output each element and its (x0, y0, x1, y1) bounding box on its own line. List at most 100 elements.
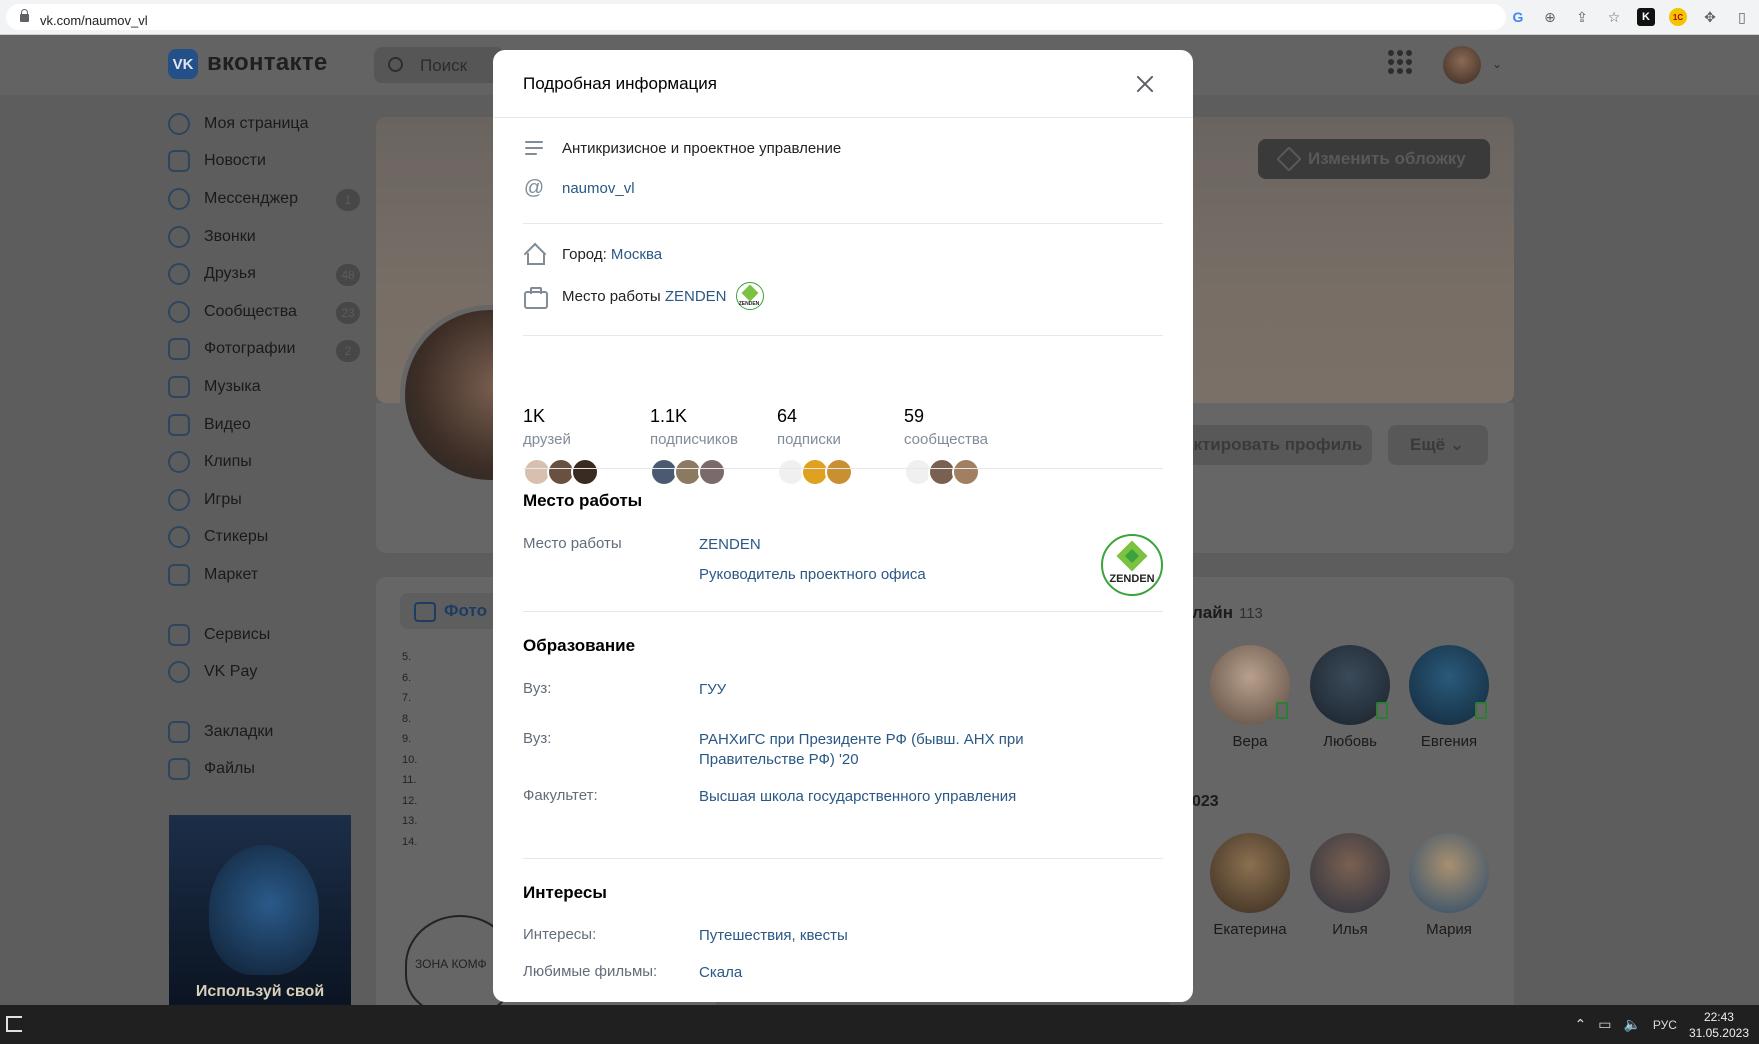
work-company-link[interactable]: ZENDEN (699, 535, 926, 555)
interests-value-link[interactable]: Путешествия, квесты (699, 926, 848, 946)
language-indicator[interactable]: РУС (1653, 1018, 1677, 1032)
url-text[interactable]: vk.com/naumov_vl (40, 13, 148, 28)
interests-value-link[interactable]: Скала (699, 963, 742, 983)
chevron-down-icon[interactable]: ⌄ (1492, 57, 1502, 71)
promo-banner[interactable]: Используй свой (169, 815, 351, 1005)
sidebar: Моя страница Новости Мессенджер 1 Звонки … (168, 105, 368, 788)
friends-online-count: 113 (1238, 605, 1263, 622)
sidebar-item-my-page[interactable]: Моя страница (168, 105, 368, 143)
avatar (825, 458, 853, 486)
google-icon[interactable]: G (1509, 8, 1527, 26)
section-title-work: Место работы (523, 491, 643, 510)
counter-followers[interactable]: 1.1K подписчиков (650, 406, 760, 486)
zoom-icon[interactable]: ⊕ (1541, 8, 1559, 26)
sidebar-item-label: Мессенджер (204, 189, 298, 207)
chevron-up-icon[interactable]: ⌃ (1575, 1016, 1587, 1033)
counter-value: 1.1K (650, 406, 688, 426)
sidebar-item-clips[interactable]: Клипы (168, 443, 368, 481)
education-value-link[interactable]: ГУУ (699, 680, 726, 700)
nickname-link[interactable]: naumov_vl (562, 180, 635, 197)
friend-tile[interactable]: Вера (1205, 645, 1295, 750)
education-value-link[interactable]: РАНХиГС при Президенте РФ (бывш. АНХ при… (699, 730, 1069, 770)
sidebar-item-news[interactable]: Новости (168, 143, 368, 181)
sidebar-item-stickers[interactable]: Стикеры (168, 519, 368, 557)
sidebar-item-games[interactable]: Игры (168, 481, 368, 519)
photo-row: 5. (402, 651, 412, 663)
friend-name: Любовь (1323, 733, 1377, 750)
search-input[interactable]: Поиск (374, 47, 504, 83)
friends-online-title[interactable]: лайн 113 (1192, 603, 1263, 623)
friend-name: Вера (1232, 733, 1268, 750)
sidebar-item-communities[interactable]: Сообщества 23 (168, 293, 368, 331)
home-icon (523, 243, 545, 265)
divider (523, 335, 1163, 336)
friend-tile[interactable]: Екатерина (1205, 833, 1295, 938)
counter-communities[interactable]: 59 сообщества (904, 406, 1014, 486)
address-bar[interactable]: vk.com/naumov_vl (6, 4, 1506, 30)
sidebar-item-vkpay[interactable]: VK Pay (168, 653, 368, 691)
status-text: Антикризисное и проектное управление (562, 139, 842, 157)
speaker-icon[interactable]: 🔈 (1623, 1016, 1640, 1033)
edit-profile-button[interactable]: актировать профиль (1170, 425, 1372, 465)
sidebar-item-services[interactable]: Сервисы (168, 616, 368, 654)
tab-photos[interactable]: Фото (400, 593, 500, 629)
vk-brand[interactable]: вконтакте (207, 49, 328, 77)
sidebar-item-calls[interactable]: Звонки (168, 218, 368, 256)
modal-title: Подробная информация (523, 74, 717, 93)
work-company-link[interactable]: ZENDEN (665, 288, 727, 305)
counter-label: подписки (777, 431, 841, 448)
work-position-link[interactable]: Руководитель проектного офиса (699, 565, 926, 585)
friend-tile[interactable]: Илья (1305, 833, 1395, 938)
education-key: Факультет: (523, 787, 598, 804)
sidebar-item-label: Сообщества (204, 302, 297, 320)
apps-grid-icon[interactable] (1388, 50, 1412, 74)
extensions-icon[interactable]: ✥ (1701, 8, 1719, 26)
close-icon[interactable] (1135, 74, 1155, 94)
clock[interactable]: 22:43 31.05.2023 (1689, 1009, 1749, 1041)
kaspersky-icon[interactable]: K (1637, 8, 1655, 26)
education-key: Вуз: (523, 730, 552, 747)
education-row: Вуз: РАНХиГС при Президенте РФ (бывш. АН… (523, 730, 1083, 770)
star-icon[interactable]: ☆ (1605, 8, 1623, 26)
photo-row: 7. (402, 692, 412, 704)
friend-name: Мария (1426, 921, 1472, 938)
sidebar-item-messenger[interactable]: Мессенджер 1 (168, 180, 368, 218)
sidebar-item-label: Игры (204, 490, 242, 508)
sidebar-item-label: Звонки (204, 227, 256, 245)
network-icon[interactable]: ▭ (1598, 1016, 1611, 1033)
1c-icon[interactable]: 1C (1669, 8, 1687, 26)
friend-tile[interactable]: Евгения (1404, 645, 1494, 750)
more-button[interactable]: Ещё ⌄ (1388, 425, 1488, 465)
counter-friends[interactable]: 1K друзей (523, 406, 633, 486)
share-icon[interactable]: ⇪ (1573, 8, 1591, 26)
sidebar-item-market[interactable]: Маркет (168, 556, 368, 594)
vk-logo-icon[interactable]: VK (168, 49, 198, 79)
taskview-icon[interactable] (6, 1016, 22, 1032)
lock-icon[interactable] (20, 9, 29, 24)
divider (523, 858, 1163, 859)
friend-tile[interactable]: Любовь (1305, 645, 1395, 750)
change-cover-button[interactable]: Изменить обложку (1258, 139, 1490, 179)
zenden-logo-icon[interactable]: ZENDEN (1101, 534, 1163, 596)
work-row: Место работы ZENDEN ZENDEN (523, 282, 764, 310)
bag-icon (168, 563, 190, 586)
education-value-link[interactable]: Высшая школа государственного управления (699, 787, 1016, 807)
sidepanel-icon[interactable]: ▯ (1733, 8, 1751, 26)
avatar-stack (650, 458, 760, 486)
promo-image (209, 845, 319, 975)
zenden-logo-icon[interactable]: ZENDEN (735, 282, 764, 310)
city-link[interactable]: Москва (611, 246, 662, 263)
sidebar-item-friends[interactable]: Друзья 48 (168, 255, 368, 293)
section-title-interests: Интересы (523, 883, 607, 902)
sidebar-item-video[interactable]: Видео (168, 406, 368, 444)
sidebar-item-label: Новости (204, 152, 266, 170)
sidebar-item-photos[interactable]: Фотографии 2 (168, 331, 368, 369)
sidebar-item-bookmarks[interactable]: Закладки (168, 713, 368, 751)
counter-subscriptions[interactable]: 64 подписки (777, 406, 887, 486)
sidebar-item-files[interactable]: Файлы (168, 751, 368, 789)
header-avatar[interactable] (1443, 46, 1481, 84)
friend-tile[interactable]: Мария (1404, 833, 1494, 938)
photo-preview-list[interactable]: 5. 6. 7. 8. 9. 10. 11. 12. 13. 14. (402, 647, 492, 852)
sidebar-item-music[interactable]: Музыка (168, 368, 368, 406)
education-key: Вуз: (523, 680, 552, 697)
